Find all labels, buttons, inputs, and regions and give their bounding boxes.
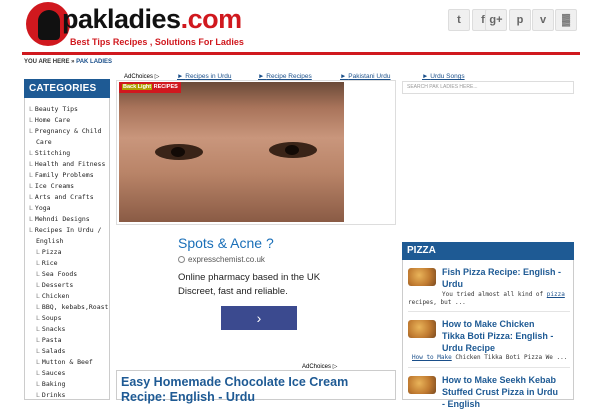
- category-item[interactable]: L Ice Creams: [29, 181, 74, 192]
- pizza-post-title[interactable]: Fish Pizza Recipe: English - Urdu: [442, 266, 561, 290]
- pinterest-icon[interactable]: p: [509, 9, 531, 31]
- ad-link[interactable]: ► Pakistani Urdu: [340, 73, 391, 80]
- category-item[interactable]: L Arts and Crafts: [29, 192, 94, 203]
- category-item[interactable]: L Stitching: [29, 148, 70, 159]
- divider: [408, 311, 570, 312]
- subcategory-item[interactable]: L Rice: [36, 258, 58, 269]
- pizza-post-title[interactable]: How to Make Seekh Kebab Stuffed Crust Piz…: [442, 374, 558, 410]
- pizza-post-title[interactable]: How to Make Chicken Tikka Boti Pizza: Eng…: [442, 318, 553, 354]
- subcategory-item[interactable]: L Chicken: [36, 291, 69, 302]
- subcategory-item[interactable]: L Snacks: [36, 324, 65, 335]
- post-title[interactable]: Easy Homemade Chocolate Ice Cream Recipe…: [121, 375, 391, 405]
- subcategory-item[interactable]: L Baking: [36, 379, 65, 390]
- subcategory-item[interactable]: L Desserts: [36, 280, 73, 291]
- pizza-post-excerpt: How to Make Chicken Tikka Boti Pizza We …: [412, 354, 568, 361]
- category-item[interactable]: L Mehndi Designs: [29, 214, 90, 225]
- site-logo-text[interactable]: pakladies.com: [62, 4, 242, 35]
- ad-text: Online pharmacy based in the UK: [178, 272, 321, 283]
- featured-category-tag[interactable]: Back Light RECIPES: [119, 82, 181, 93]
- category-item-cont[interactable]: Care: [36, 137, 52, 148]
- ad-text: Discreet, fast and reliable.: [178, 286, 288, 297]
- rss-icon[interactable]: ▓: [555, 9, 577, 31]
- twitter-icon[interactable]: t: [448, 9, 470, 31]
- pizza-post-excerpt: recipes, but ...: [408, 299, 466, 306]
- logo-tld: .com: [180, 4, 243, 34]
- eye-right: [269, 142, 317, 158]
- breadcrumb-current[interactable]: PAK LADIES: [76, 59, 112, 65]
- ad-link[interactable]: ► Recipe Recipes: [258, 73, 312, 80]
- search-input[interactable]: SEARCH PAK LADIES HERE...: [402, 81, 574, 94]
- subcategory-item[interactable]: L Sauces: [36, 368, 65, 379]
- subcategory-item[interactable]: L Salads: [36, 346, 65, 357]
- category-item[interactable]: L Home Care: [29, 115, 70, 126]
- subcategory-item[interactable]: L Pasta: [36, 335, 62, 346]
- categories-heading: CATEGORIES: [24, 79, 110, 98]
- adchoices-label[interactable]: AdChoices ▷: [124, 73, 159, 80]
- ad-title[interactable]: Spots & Acne ?: [178, 235, 274, 251]
- category-item[interactable]: L Recipes In Urdu /: [29, 225, 101, 236]
- categories-list: L Beauty Tips L Home Care L Pregnancy & Chi…: [24, 98, 110, 400]
- vimeo-icon[interactable]: v: [532, 9, 554, 31]
- eye-left: [155, 144, 203, 160]
- pizza-thumbnail[interactable]: [408, 320, 436, 338]
- category-item[interactable]: L Yoga: [29, 203, 51, 214]
- excerpt-link[interactable]: pizza: [547, 291, 565, 298]
- site-tagline: Best Tips Recipes , Solutions For Ladies: [70, 37, 244, 47]
- google-plus-icon[interactable]: g+: [485, 9, 507, 31]
- ad-arrow-button[interactable]: ›: [221, 306, 297, 330]
- subcategory-item[interactable]: L BBQ, kebabs,Roast: [36, 302, 108, 313]
- pizza-thumbnail[interactable]: [408, 376, 436, 394]
- logo-name: pakladies: [62, 4, 181, 34]
- subcategory-item[interactable]: L Pizza: [36, 247, 62, 258]
- featured-image[interactable]: [119, 82, 344, 222]
- excerpt-link[interactable]: How to Make: [412, 354, 452, 361]
- breadcrumb-prefix: YOU ARE HERE »: [24, 59, 75, 65]
- ad-link[interactable]: ► Recipes in Urdu: [177, 73, 232, 80]
- subcategory-item[interactable]: L Mutton & Beef: [36, 357, 93, 368]
- info-icon: [178, 256, 185, 263]
- pizza-thumbnail[interactable]: [408, 268, 436, 286]
- ad-domain[interactable]: expresschemist.co.uk: [188, 255, 265, 264]
- divider: [408, 367, 570, 368]
- category-item[interactable]: L Pregnancy & Child: [29, 126, 101, 137]
- category-item-cont[interactable]: English: [36, 236, 63, 247]
- category-item[interactable]: L Health and Fitness: [29, 159, 105, 170]
- category-item[interactable]: L Family Problems: [29, 170, 94, 181]
- subcategory-item[interactable]: L Drinks: [36, 390, 65, 399]
- breadcrumb: YOU ARE HERE » PAK LADIES: [24, 59, 112, 65]
- adchoices-label[interactable]: AdChoices ▷: [302, 363, 337, 370]
- category-item[interactable]: L Beauty Tips: [29, 104, 78, 115]
- ad-link[interactable]: ► Urdu Songs: [422, 73, 465, 80]
- subcategory-item[interactable]: L Sea Foods: [36, 269, 77, 280]
- header-divider: [22, 52, 580, 55]
- pizza-heading: PIZZA: [402, 242, 574, 260]
- logo-silhouette-icon: [38, 10, 60, 40]
- subcategory-item[interactable]: L Soups: [36, 313, 62, 324]
